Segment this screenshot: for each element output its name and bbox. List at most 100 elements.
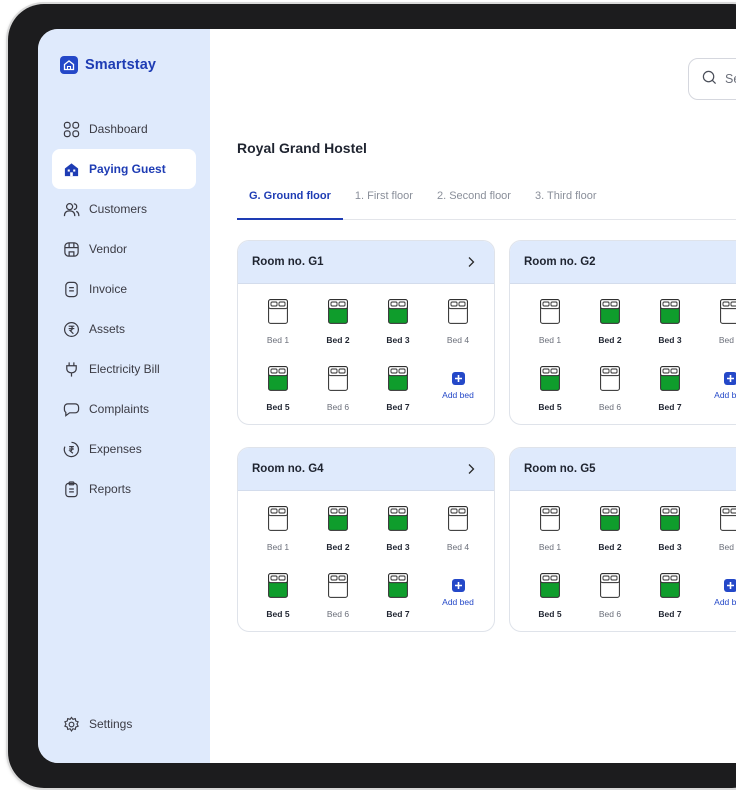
room-title: Room no. G4 [252, 463, 324, 475]
bed-occupied[interactable]: Bed 3 [640, 299, 700, 353]
bed-occupied[interactable]: Bed 7 [368, 366, 428, 420]
bed-vacant[interactable]: Bed 4 [428, 506, 488, 560]
search-input[interactable]: Se [688, 58, 736, 100]
room-title: Room no. G1 [252, 256, 324, 268]
add-bed-label: Add bed [442, 390, 474, 400]
bed-label: Bed 7 [658, 609, 682, 619]
bed-vacant[interactable]: Bed 1 [248, 299, 308, 353]
sidebar-item-label: Invoice [89, 282, 128, 296]
bed-occupied[interactable]: Bed 3 [368, 299, 428, 353]
bed-label: Bed 7 [386, 609, 410, 619]
sidebar-item-electricity-bill[interactable]: Electricity Bill [52, 349, 196, 389]
add-bed-button[interactable]: Add bed [700, 573, 736, 627]
bed-label: Bed 1 [266, 542, 290, 552]
gear-icon [63, 715, 80, 733]
bed-occupied[interactable]: Bed 7 [368, 573, 428, 627]
bed-vacant[interactable]: Bed 4 [700, 299, 736, 353]
building-icon [63, 161, 80, 178]
sidebar-item-reports[interactable]: Reports [52, 469, 196, 509]
bed-label: Bed 3 [386, 542, 410, 552]
sidebar-item-paying-guest[interactable]: Paying Guest [52, 149, 196, 189]
brand[interactable]: Smartstay [60, 56, 156, 74]
plug-icon [63, 361, 80, 378]
bed-label: Bed 5 [266, 609, 290, 619]
room-card[interactable]: Room no. G4 Bed 1 Bed 2 Bed 3 Bed 4 Bed 5 Bed … [237, 447, 495, 632]
bed-vacant[interactable]: Bed 6 [580, 366, 640, 420]
room-header[interactable]: Room no. G2 [510, 241, 736, 284]
room-card[interactable]: Room no. G2 Bed 1Bed 2Bed 3Bed 4 Bed 5 Bed … [509, 240, 736, 425]
bed-icon [388, 573, 408, 603]
bed-label: Bed 3 [386, 335, 410, 345]
sidebar-nav: Dashboard Paying Guest Customers Vendor … [52, 109, 196, 509]
plus-icon [723, 372, 736, 385]
add-bed-button[interactable]: Add bed [428, 573, 488, 627]
clipboard-icon [63, 480, 80, 498]
bed-occupied[interactable]: Bed 2 [308, 506, 368, 560]
chevron-right-icon[interactable] [464, 462, 478, 476]
bed-label: Bed 3 [658, 542, 682, 552]
tab-first-floor[interactable]: 1. First floor [343, 184, 425, 220]
sidebar-item-dashboard[interactable]: Dashboard [52, 109, 196, 149]
bed-occupied[interactable]: Bed 7 [640, 573, 700, 627]
bed-icon [600, 506, 620, 536]
bed-occupied[interactable]: Bed 2 [580, 299, 640, 353]
room-header[interactable]: Room no. G5 [510, 448, 736, 491]
sidebar-item-label: Paying Guest [89, 162, 166, 176]
bed-vacant[interactable]: Bed 1 [520, 299, 580, 353]
bed-icon [600, 573, 620, 603]
tab-third-floor[interactable]: 3. Third floor [523, 184, 609, 220]
bed-occupied[interactable]: Bed 5 [520, 366, 580, 420]
sidebar-item-settings[interactable]: Settings [52, 704, 196, 744]
rupee-icon [63, 321, 80, 338]
sidebar-item-vendor[interactable]: Vendor [52, 229, 196, 269]
bed-vacant[interactable]: Bed 1 [520, 506, 580, 560]
bed-occupied[interactable]: Bed 5 [520, 573, 580, 627]
store-icon [63, 241, 80, 258]
bed-icon [328, 506, 348, 536]
bed-label: Bed 5 [538, 609, 562, 619]
sidebar-item-label: Complaints [89, 402, 150, 416]
add-bed-button[interactable]: Add bed [428, 366, 488, 420]
add-bed-button[interactable]: Add bed [700, 366, 736, 420]
room-header[interactable]: Room no. G1 [238, 241, 494, 284]
bed-vacant[interactable]: Bed 4 [428, 299, 488, 353]
bed-occupied[interactable]: Bed 5 [248, 366, 308, 420]
sidebar-item-label: Expenses [89, 442, 142, 456]
sidebar-item-assets[interactable]: Assets [52, 309, 196, 349]
room-card[interactable]: Room no. G1 Bed 1 Bed 2 Bed 3 Bed 4 Bed 5 Bed … [237, 240, 495, 425]
bed-grid: Bed 1 Bed 2 Bed 3 Bed 4 Bed 5 Bed 6 Bed 7 Add b… [248, 506, 488, 627]
bed-occupied[interactable]: Bed 2 [308, 299, 368, 353]
bed-vacant[interactable]: Bed 6 [580, 573, 640, 627]
bed-vacant[interactable]: Bed 6 [308, 366, 368, 420]
sidebar-item-customers[interactable]: Customers [52, 189, 196, 229]
room-card[interactable]: Room no. G5 Bed 1Bed 2 Bed 3 Bed 4 Bed 5 Bed … [509, 447, 736, 632]
bed-icon [448, 506, 468, 536]
settings-section: Settings [52, 704, 196, 744]
sidebar-item-label: Vendor [89, 242, 128, 256]
bed-occupied[interactable]: Bed 2 [580, 506, 640, 560]
tablet-frame: Smartstay Dashboard Paying Guest Custome… [8, 4, 736, 788]
bed-occupied[interactable]: Bed 3 [640, 506, 700, 560]
tab-ground-floor[interactable]: G. Ground floor [237, 184, 343, 220]
bed-icon [660, 573, 680, 603]
bed-vacant[interactable]: Bed 6 [308, 573, 368, 627]
bed-icon [268, 299, 288, 329]
bed-label: Bed 4 [718, 542, 736, 552]
bed-occupied[interactable]: Bed 7 [640, 366, 700, 420]
sidebar-item-expenses[interactable]: Expenses [52, 429, 196, 469]
sidebar-item-complaints[interactable]: Complaints [52, 389, 196, 429]
bed-label: Bed 1 [266, 335, 290, 345]
sidebar-item-invoice[interactable]: Invoice [52, 269, 196, 309]
bed-occupied[interactable]: Bed 3 [368, 506, 428, 560]
bed-label: Bed 6 [598, 402, 622, 412]
chevron-right-icon[interactable] [464, 255, 478, 269]
bed-vacant[interactable]: Bed 1 [248, 506, 308, 560]
tab-second-floor[interactable]: 2. Second floor [425, 184, 523, 220]
page-title: Royal Grand Hostel [237, 140, 367, 156]
bed-occupied[interactable]: Bed 5 [248, 573, 308, 627]
chat-icon [63, 401, 80, 418]
bed-icon [448, 299, 468, 329]
bed-vacant[interactable]: Bed 4 [700, 506, 736, 560]
floor-tabs: G. Ground floor 1. First floor 2. Second f… [237, 184, 736, 220]
room-header[interactable]: Room no. G4 [238, 448, 494, 491]
